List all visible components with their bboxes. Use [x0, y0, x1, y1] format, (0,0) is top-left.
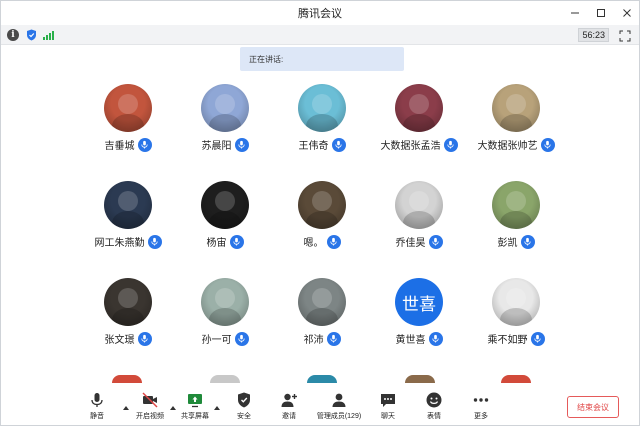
speaking-indicator: 正在讲话: — [240, 47, 404, 71]
start-video-button[interactable]: 开启视频 — [128, 391, 172, 423]
minimize-icon[interactable] — [569, 7, 581, 19]
title-bar: 腾讯会议 — [1, 1, 639, 25]
manage-members-button[interactable]: 管理成员(129) — [316, 391, 362, 423]
shield-icon[interactable] — [25, 28, 37, 41]
participant-name: 网工朱燕勤 — [94, 238, 145, 249]
security-shield-icon — [238, 392, 250, 408]
meeting-timer: 56:23 — [578, 28, 609, 42]
avatar — [201, 181, 249, 229]
avatar — [104, 278, 152, 326]
next-row-avatar — [405, 375, 435, 383]
more-label: 更多 — [474, 413, 488, 420]
microphone-icon — [234, 137, 249, 152]
share-label: 共享屏幕 — [181, 413, 209, 420]
participant-name: 苏晨阳 — [201, 141, 232, 152]
security-label: 安全 — [237, 413, 251, 420]
participant-label: 大数据张帅艺 — [456, 137, 576, 152]
end-meeting-button[interactable]: 结束会议 — [567, 396, 619, 418]
members-label: 管理成员(129) — [316, 413, 362, 420]
mute-button[interactable]: 静音 — [75, 391, 119, 423]
avatar: 世喜 — [395, 278, 443, 326]
reactions-button[interactable]: 表情 — [412, 391, 456, 423]
microphone-icon — [91, 393, 103, 407]
close-icon[interactable] — [621, 7, 633, 19]
participant-label: 乘不如野 — [456, 331, 576, 346]
participant-name: 乔佳昊 — [395, 238, 426, 249]
fullscreen-icon[interactable] — [619, 29, 631, 42]
participant-name: 大数据张孟浩 — [380, 141, 441, 152]
microphone-icon — [428, 234, 443, 249]
avatar — [395, 84, 443, 132]
signal-icon[interactable] — [43, 30, 54, 40]
avatar — [492, 181, 540, 229]
next-row-avatar — [112, 375, 142, 383]
participant-name: 彭凯 — [497, 238, 518, 249]
more-button[interactable]: 更多 — [459, 391, 503, 423]
microphone-icon — [229, 234, 244, 249]
participant-name: 乘不如野 — [487, 335, 528, 346]
participant-name: 王伟奇 — [298, 141, 329, 152]
window-title: 腾讯会议 — [298, 8, 342, 20]
avatar — [298, 84, 346, 132]
meeting-window: 腾讯会议 i 56:23 正在讲话: 吉垂城 苏晨阳 王伟奇 大数据张孟浩 大数据张帅艺… — [0, 0, 640, 426]
microphone-icon — [326, 331, 341, 346]
reactions-label: 表情 — [427, 413, 441, 420]
video-label: 开启视频 — [136, 413, 164, 420]
microphone-icon — [234, 331, 249, 346]
microphone-icon — [137, 137, 152, 152]
participant-tile[interactable]: 彭凯 — [456, 181, 576, 261]
meeting-toolbar: 静音 开启视频 共享屏幕 安全 邀请 管理成员(129) 聊天 表情 更多 结束… — [1, 385, 639, 425]
avatar — [104, 84, 152, 132]
chat-label: 聊天 — [381, 413, 395, 420]
avatar — [201, 278, 249, 326]
info-icon[interactable]: i — [7, 28, 19, 41]
maximize-icon[interactable] — [595, 7, 607, 19]
members-icon — [332, 393, 346, 407]
participant-name: 祁沛 — [303, 335, 324, 346]
microphone-icon — [540, 137, 555, 152]
share-screen-button[interactable]: 共享屏幕 — [173, 391, 217, 423]
next-row-avatar — [210, 375, 240, 383]
microphone-icon — [331, 137, 346, 152]
next-row-avatar — [307, 375, 337, 383]
microphone-icon — [326, 234, 341, 249]
more-dots-icon — [473, 398, 489, 402]
next-row-avatar — [501, 375, 531, 383]
security-button[interactable]: 安全 — [222, 391, 266, 423]
avatar — [492, 278, 540, 326]
participant-tile[interactable]: 乘不如野 — [456, 278, 576, 358]
avatar — [201, 84, 249, 132]
participant-name: 大数据张帅艺 — [477, 141, 538, 152]
avatar — [104, 181, 152, 229]
invite-label: 邀请 — [282, 413, 296, 420]
microphone-icon — [428, 331, 443, 346]
avatar — [298, 181, 346, 229]
invite-button[interactable]: 邀请 — [267, 391, 311, 423]
avatar — [395, 181, 443, 229]
participant-name: 嗯。 — [303, 238, 324, 249]
participant-label: 彭凯 — [456, 234, 576, 249]
avatar-initials: 世喜 — [402, 294, 436, 315]
chat-button[interactable]: 聊天 — [366, 391, 410, 423]
microphone-icon — [137, 331, 152, 346]
participant-name: 杨宙 — [206, 238, 227, 249]
microphone-icon — [530, 331, 545, 346]
smiley-icon — [426, 392, 442, 408]
chat-icon — [381, 394, 395, 407]
microphone-icon — [147, 234, 162, 249]
participant-name: 吉垂城 — [104, 141, 135, 152]
share-screen-icon — [188, 394, 202, 408]
microphone-icon — [520, 234, 535, 249]
participant-name: 孙一可 — [201, 335, 232, 346]
participant-tile[interactable]: 大数据张帅艺 — [456, 84, 576, 164]
avatar — [492, 84, 540, 132]
participant-name: 张文璟 — [104, 335, 135, 346]
meeting-info-bar: i 56:23 — [1, 25, 639, 45]
video-off-icon — [142, 392, 158, 408]
caret-up-icon[interactable] — [214, 398, 220, 410]
add-user-icon — [281, 393, 297, 407]
mute-label: 静音 — [90, 413, 104, 420]
participant-name: 黄世喜 — [395, 335, 426, 346]
avatar — [298, 278, 346, 326]
